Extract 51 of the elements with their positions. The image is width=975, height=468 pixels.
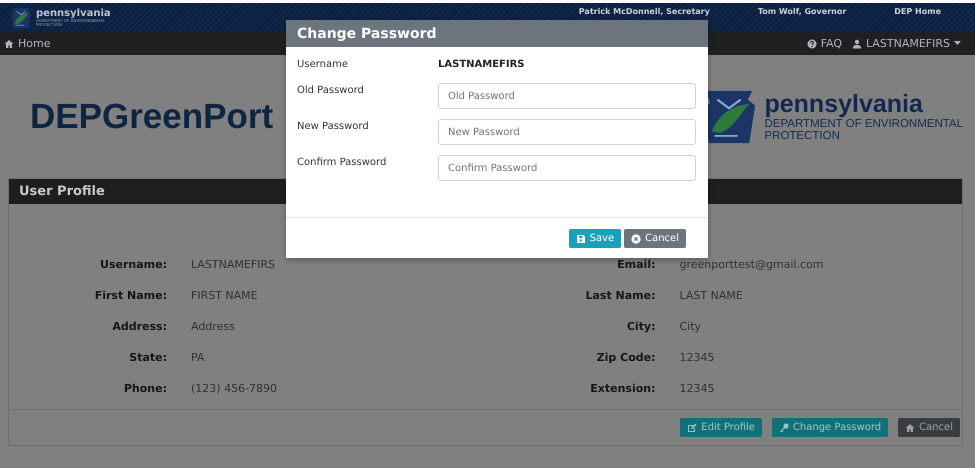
field-value: PA	[191, 350, 206, 366]
field-label: Zip Code:	[596, 350, 656, 366]
home-icon	[905, 422, 916, 432]
user-menu[interactable]: LASTNAMEFIRS	[852, 37, 961, 50]
keystone-logo-icon	[10, 6, 32, 28]
faq-link[interactable]: FAQ	[806, 37, 842, 50]
logo-title: pennsylvania	[764, 91, 924, 118]
help-icon	[806, 38, 817, 48]
home-icon	[4, 38, 14, 48]
banner-link[interactable]: DEP Home	[870, 7, 965, 16]
logo-subtitle: DEPARTMENT OF ENVIRONMENTAL	[764, 118, 963, 130]
caret-icon	[954, 41, 961, 46]
field-value: 12345	[680, 350, 716, 366]
field-label: Username	[297, 58, 349, 72]
field-label: Confirm Password	[297, 156, 388, 170]
field-label: City:	[626, 319, 656, 335]
cancel-button[interactable]: Cancel	[624, 229, 686, 248]
dialog-title: Change Password	[297, 26, 437, 42]
username-value: LASTNAMEFIRS	[438, 58, 526, 72]
field-value: Address	[191, 319, 236, 335]
site-title: DEPGreenPort	[30, 96, 274, 136]
password-field[interactable]: Old Password	[438, 83, 696, 109]
field-label: Address:	[111, 319, 167, 335]
field-label: Phone:	[122, 381, 167, 397]
field-label: First Name:	[94, 288, 167, 304]
field-value: 12345	[680, 381, 716, 397]
field-value: LAST NAME	[680, 288, 744, 304]
password-field[interactable]: Confirm Password	[438, 155, 696, 181]
field-label: Username:	[99, 257, 167, 273]
field-value: City	[680, 319, 702, 335]
key-icon	[778, 422, 789, 432]
field-value: FIRST NAME	[191, 288, 259, 304]
field-label: New Password	[297, 120, 370, 134]
field-value: LASTNAMEFIRS	[191, 257, 276, 273]
password-field[interactable]: New Password	[438, 119, 696, 145]
field-label: State:	[128, 350, 167, 366]
banner-link[interactable]: Patrick McDonnell, Secretary	[554, 7, 734, 16]
field-value: greenporttest@gmail.com	[680, 257, 824, 273]
home-link[interactable]: Home	[4, 37, 50, 50]
logo-subtitle: PROTECTION	[764, 130, 841, 142]
field-label: Extension:	[589, 381, 656, 397]
user-icon	[852, 38, 862, 48]
cancel-button[interactable]: Cancel	[898, 418, 960, 437]
field-label: Last Name:	[584, 288, 656, 304]
close-icon	[631, 234, 642, 244]
field-value: (123) 456-7890	[191, 381, 278, 397]
field-label: Email:	[616, 257, 656, 273]
banner-link[interactable]: Tom Wolf, Governor	[734, 7, 870, 16]
edit-icon	[687, 422, 698, 432]
logo-title: pennsylvania	[36, 8, 111, 18]
field-label: Old Password	[297, 84, 365, 98]
